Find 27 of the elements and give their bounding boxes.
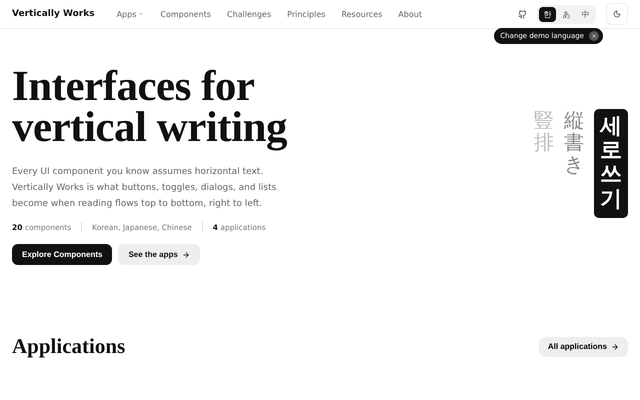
moon-icon	[613, 10, 621, 18]
vertical-text: 세로쓰기	[594, 109, 628, 218]
vertical-text: 豎排	[534, 109, 554, 153]
brand-logo[interactable]: Vertically Works	[12, 9, 95, 19]
section-title: Applications	[12, 334, 126, 359]
language-option[interactable]: 한	[539, 6, 556, 22]
arrow-right-icon	[182, 250, 190, 258]
arrow-right-icon	[611, 342, 619, 350]
hero-description: Every UI component you know assumes horizontal text. Vertically Works is what buttons, toggles, dialogs, and lists become when reading flows top to bottom, right to left.	[12, 166, 278, 211]
language-option[interactable]: 中	[577, 6, 594, 22]
close-button[interactable]	[589, 31, 599, 41]
nav-link[interactable]: Components	[160, 10, 211, 18]
nav-link[interactable]: Apps	[116, 10, 144, 18]
nav-link[interactable]: Principles	[287, 10, 326, 18]
nav-link[interactable]: Challenges	[226, 10, 272, 18]
all-applications-button[interactable]: All applications	[538, 336, 628, 356]
apps-button[interactable]: See the apps	[118, 244, 200, 265]
vertical-text: 縦書き	[564, 109, 584, 175]
nav-link[interactable]: Resources	[341, 10, 382, 18]
chevron-down-icon	[138, 11, 144, 17]
hero-title: Interfaces for vertical writing	[12, 66, 288, 148]
nav-link[interactable]: About	[398, 10, 422, 18]
language-option[interactable]: あ	[558, 6, 575, 22]
explore-button[interactable]: Explore Components	[12, 244, 112, 265]
theme-toggle-button[interactable]	[606, 3, 628, 25]
github-icon[interactable]	[518, 10, 527, 18]
close-icon	[591, 33, 597, 39]
